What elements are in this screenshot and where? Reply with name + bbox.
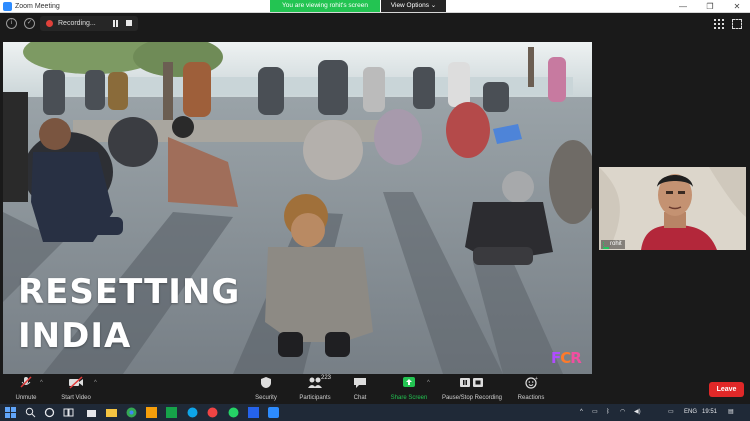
bluetooth-icon[interactable]: ᛒ — [606, 407, 610, 418]
view-options-button[interactable]: View Options ⌄ — [381, 0, 446, 12]
search-icon[interactable] — [25, 407, 36, 418]
security-label: Security — [255, 395, 277, 401]
participants-count: 223 — [321, 375, 332, 381]
window-title: Zoom Meeting — [15, 3, 60, 10]
leave-button[interactable]: Leave — [709, 382, 744, 397]
video-off-icon — [68, 376, 84, 389]
clock[interactable]: 19:51 — [702, 407, 717, 418]
cortana-icon[interactable] — [44, 407, 55, 418]
reactions-button[interactable]: + Reactions — [515, 376, 547, 404]
gallery-view-icon[interactable] — [714, 19, 724, 29]
smiley-add-icon: + — [523, 376, 539, 389]
audio-options-caret-icon[interactable]: ^ — [40, 380, 43, 386]
overlay-title: RESETTING INDIA — [18, 270, 240, 358]
security-button[interactable]: Security — [252, 376, 280, 404]
chat-button[interactable]: Chat — [348, 376, 372, 404]
meeting-info-icon[interactable]: i — [6, 18, 17, 29]
participant-video — [599, 167, 746, 250]
encryption-shield-icon[interactable]: ✓ — [24, 18, 35, 29]
stop-recording-icon[interactable] — [126, 20, 132, 26]
chat-label: Chat — [353, 395, 367, 401]
share-screen-icon — [401, 376, 417, 389]
wifi-icon[interactable]: ◠ — [620, 407, 625, 418]
task-view-icon[interactable] — [63, 407, 74, 418]
zoom-window: Zoom Meeting — ❐ ✕ i ✓ Recording... You … — [0, 0, 750, 421]
shield-icon — [258, 376, 274, 389]
windows-taskbar: ^ ▭ ᛒ ◠ ◀) ▭ ENG 19:51 ▤ — [0, 404, 750, 421]
volume-icon[interactable]: ◀) — [634, 407, 641, 418]
zoom-taskbar-icon[interactable] — [268, 407, 279, 418]
channel-logo: FCR — [551, 349, 582, 367]
viewing-screen-banner: You are viewing rohit's screen — [270, 0, 380, 12]
pause-stop-recording-label: Pause/Stop Recording — [441, 395, 503, 401]
svg-text:+: + — [535, 376, 538, 382]
meeting-top-bar: i ✓ Recording... — [0, 13, 750, 35]
fullscreen-icon[interactable] — [732, 19, 742, 29]
shared-screen: RESETTING INDIA FCR — [3, 42, 592, 374]
recording-indicator: Recording... — [40, 16, 138, 31]
start-video-label: Start Video — [61, 395, 91, 401]
microphone-muted-icon — [18, 376, 34, 389]
video-options-caret-icon[interactable]: ^ — [94, 380, 97, 386]
close-button[interactable]: ✕ — [724, 0, 750, 13]
recording-dot-icon — [46, 20, 53, 27]
pause-recording-icon[interactable] — [112, 20, 119, 27]
recording-status-label: Recording... — [58, 20, 96, 27]
participants-label: Participants — [299, 395, 331, 401]
reactions-label: Reactions — [517, 395, 545, 401]
start-video-button[interactable]: Start Video — [56, 376, 96, 404]
app-icon[interactable] — [146, 407, 157, 418]
meeting-toolbar: Unmute ^ Start Video ^ Security 223 Part… — [0, 374, 750, 404]
unmute-label: Unmute — [15, 395, 37, 401]
maximize-button[interactable]: ❐ — [697, 0, 723, 13]
share-screen-button[interactable]: Share Screen — [388, 376, 430, 404]
edge-icon[interactable] — [187, 407, 198, 418]
pause-stop-icon — [459, 376, 485, 389]
store-icon[interactable] — [86, 407, 97, 418]
chat-bubble-icon — [352, 376, 368, 389]
windows-start-icon[interactable] — [5, 407, 16, 418]
participants-icon: 223 — [307, 375, 331, 389]
overlay-title-line1: RESETTING — [18, 272, 241, 312]
overlay-title-line2: INDIA — [18, 316, 132, 356]
language-indicator[interactable]: ENG — [684, 407, 697, 418]
minimize-button[interactable]: — — [670, 0, 696, 13]
unmute-button[interactable]: Unmute — [8, 376, 44, 404]
chrome-icon[interactable] — [126, 407, 137, 418]
share-screen-label: Share Screen — [390, 395, 428, 401]
file-explorer-icon[interactable] — [106, 407, 117, 418]
whatsapp-icon[interactable] — [228, 407, 239, 418]
pause-stop-recording-button[interactable]: Pause/Stop Recording — [440, 376, 504, 404]
app-icon[interactable] — [166, 407, 177, 418]
word-icon[interactable] — [248, 407, 259, 418]
tray-chevron-icon[interactable]: ^ — [580, 407, 583, 418]
participant-name: rohit — [601, 240, 625, 249]
keyboard-icon[interactable]: ▭ — [668, 407, 674, 418]
participants-button[interactable]: 223 Participants — [294, 375, 336, 404]
zoom-logo-icon — [3, 2, 12, 11]
notifications-icon[interactable]: ▤ — [728, 407, 734, 418]
share-options-caret-icon[interactable]: ^ — [427, 380, 430, 386]
app-icon[interactable] — [207, 407, 218, 418]
network-icon[interactable]: ▭ — [592, 407, 598, 418]
participant-video-tile[interactable]: rohit — [599, 167, 746, 250]
